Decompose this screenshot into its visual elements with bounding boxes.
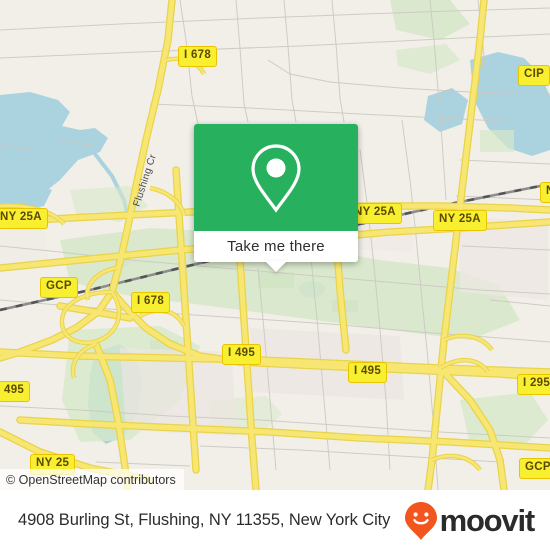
take-me-there-label: Take me there xyxy=(227,238,325,255)
popup-icon-panel xyxy=(194,124,358,231)
footer-bar: 4908 Burling St, Flushing, NY 11355, New… xyxy=(0,490,550,550)
road-shield-ny25a-west: NY 25A xyxy=(0,208,48,229)
moovit-wordmark: moovit xyxy=(439,503,536,538)
moovit-logo[interactable]: moovit xyxy=(404,501,536,541)
road-shield-ny-edge: NY xyxy=(540,182,550,203)
road-shield-i495-east: I 495 xyxy=(348,362,388,383)
road-shield-gcp-west: GCP xyxy=(40,277,78,298)
road-shield-i495-center: I 495 xyxy=(222,344,262,365)
location-popup[interactable]: Take me there xyxy=(194,124,358,272)
popup-tail-arrow xyxy=(265,261,287,272)
take-me-there-button[interactable]: Take me there xyxy=(194,231,358,272)
road-shield-cip: CIP xyxy=(518,65,550,86)
map-attribution[interactable]: © OpenStreetMap contributors xyxy=(0,469,184,490)
road-shield-ny25a-east: NY 25A xyxy=(433,210,487,231)
road-shield-i678-south: I 678 xyxy=(131,292,171,313)
road-shield-i678-north: I 678 xyxy=(178,46,218,67)
road-shield-i495-west: 495 xyxy=(0,381,31,402)
road-shield-gcp-east: GCP xyxy=(519,458,550,479)
moovit-map-screen: I 678CIPNY 25ANY 25ANY 25ANYGCPI 678I 49… xyxy=(0,0,550,550)
attribution-text: © OpenStreetMap contributors xyxy=(6,472,176,487)
moovit-smiley-pin-icon xyxy=(404,501,437,540)
address-text: 4908 Burling St, Flushing, NY 11355, New… xyxy=(18,511,391,529)
map-pin-icon xyxy=(251,143,301,213)
road-shield-i295: I 295 xyxy=(517,374,550,395)
map-canvas[interactable]: I 678CIPNY 25ANY 25ANY 25ANYGCPI 678I 49… xyxy=(0,0,550,490)
